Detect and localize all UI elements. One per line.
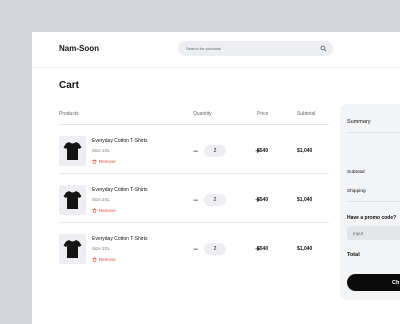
remove-label: Remove (99, 208, 116, 213)
cart-item-row: Everyday Cotton T-Shirts Size 2XL Remove… (59, 125, 329, 174)
item-subtotal: $1,040 (297, 197, 313, 203)
trash-icon (92, 257, 97, 262)
order-summary: Summary Subtotal Shipping Have a promo c… (340, 104, 400, 300)
column-header-price: Price (257, 111, 269, 117)
quantity-value[interactable]: 2 (204, 194, 226, 206)
logo[interactable]: Nam-Soon (59, 44, 99, 53)
item-price: $540 (257, 246, 269, 252)
column-header-products: Products (59, 111, 79, 117)
search-bar[interactable] (178, 41, 333, 56)
decrease-quantity-button[interactable]: − (193, 245, 198, 254)
tshirt-image (63, 142, 82, 160)
cart-item-row: Everyday Cotton T-Shirts Size 2XL Remove… (59, 223, 329, 272)
header: Nam-Soon (32, 32, 400, 68)
remove-label: Remove (99, 159, 116, 164)
item-price: $540 (257, 148, 269, 154)
decrease-quantity-button[interactable]: − (193, 147, 198, 156)
tshirt-image (63, 191, 82, 209)
quantity-value[interactable]: 2 (204, 145, 226, 157)
checkout-button[interactable]: Ch (347, 274, 400, 291)
remove-button[interactable]: Remove (92, 208, 116, 213)
page-title: Cart (59, 80, 80, 91)
quantity-value[interactable]: 2 (204, 243, 226, 255)
cart-page: Nam-Soon Cart Products Quantity Price Su… (32, 32, 400, 324)
product-name[interactable]: Everyday Cotton T-Shirts (92, 138, 148, 144)
column-header-quantity: Quantity (193, 111, 212, 117)
trash-icon (92, 159, 97, 164)
promo-code-input[interactable] (347, 226, 400, 240)
column-header-subtotal: Subtotal (297, 111, 316, 117)
product-name[interactable]: Everyday Cotton T-Shirts (92, 236, 148, 242)
product-thumbnail[interactable] (59, 185, 86, 215)
decrease-quantity-button[interactable]: − (193, 196, 198, 205)
remove-label: Remove (99, 257, 116, 262)
product-thumbnail[interactable] (59, 136, 86, 166)
search-input[interactable] (186, 41, 316, 56)
total-label: Total (347, 252, 360, 258)
product-thumbnail[interactable] (59, 234, 86, 264)
promo-code-title: Have a promo code? (347, 215, 397, 221)
item-subtotal: $1,040 (297, 246, 313, 252)
product-size: Size 2XL (92, 148, 111, 153)
item-price: $540 (257, 197, 269, 203)
remove-button[interactable]: Remove (92, 159, 116, 164)
product-size: Size 2XL (92, 246, 111, 251)
summary-shipping-label: Shipping (347, 189, 366, 194)
divider (347, 132, 400, 133)
divider (347, 201, 400, 202)
remove-button[interactable]: Remove (92, 257, 116, 262)
summary-title: Summary (347, 119, 371, 125)
item-subtotal: $1,040 (297, 148, 313, 154)
summary-subtotal-label: Subtotal (347, 170, 365, 175)
product-size: Size 2XL (92, 197, 111, 202)
cart-item-row: Everyday Cotton T-Shirts Size 2XL Remove… (59, 174, 329, 223)
trash-icon (92, 208, 97, 213)
search-icon[interactable] (320, 45, 327, 52)
product-name[interactable]: Everyday Cotton T-Shirts (92, 187, 148, 193)
tshirt-image (63, 240, 82, 258)
